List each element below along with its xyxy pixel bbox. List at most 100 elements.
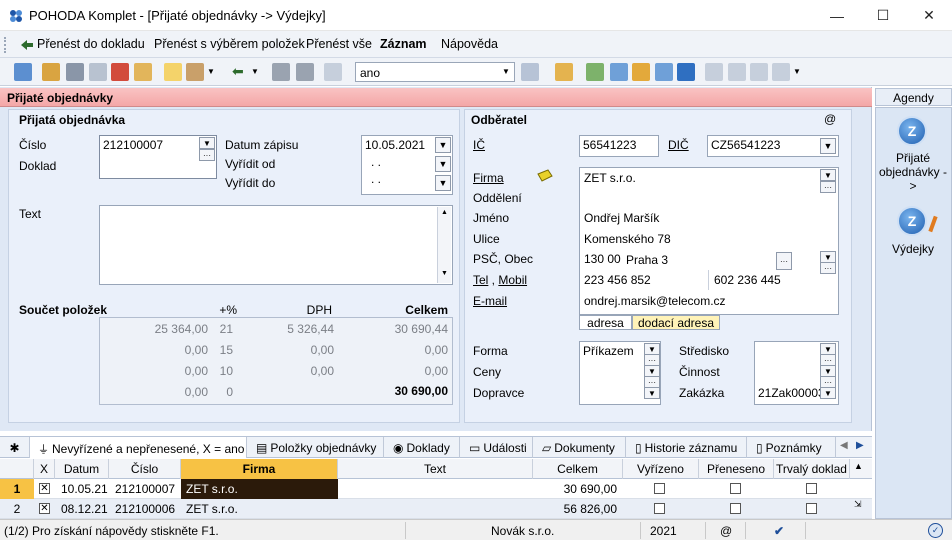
export-icon[interactable]: [134, 63, 152, 81]
text-area[interactable]: [99, 205, 453, 285]
filter-select[interactable]: ano ▼: [355, 62, 515, 82]
minimize-button[interactable]: —: [814, 0, 860, 31]
pdf-icon[interactable]: [111, 63, 129, 81]
list-icon[interactable]: [728, 63, 746, 81]
zakazka-spin-down[interactable]: ▼: [820, 387, 836, 399]
filter-icon[interactable]: [521, 63, 539, 81]
maximize-button[interactable]: ☐: [860, 0, 906, 31]
row-trvaly-checkbox[interactable]: [806, 503, 817, 514]
report-icon[interactable]: [632, 63, 650, 81]
tab-adresa[interactable]: adresa: [579, 315, 632, 330]
iban-icon[interactable]: [677, 63, 695, 81]
message-icon[interactable]: [705, 63, 723, 81]
row-preneseno-checkbox[interactable]: [730, 503, 741, 514]
address-book-icon[interactable]: [536, 168, 554, 184]
grid-header-cislo[interactable]: Číslo: [109, 459, 181, 479]
tabs-scroll-right-icon[interactable]: ▶: [856, 440, 864, 451]
text-scrollbar[interactable]: ▲ ▼: [437, 207, 451, 283]
grid-scroll-up-icon[interactable]: ▲: [854, 461, 863, 471]
tab-polozky[interactable]: ▤ Položky objednávky: [248, 437, 384, 458]
table-row[interactable]: 1 ✕ 10.05.21 212100007 ZET s.r.o. 30 690…: [0, 479, 872, 499]
grid-header-trvaly-doklad[interactable]: Trvalý doklad: [774, 459, 850, 479]
grid-header-preneseno[interactable]: Přeneseno: [699, 459, 774, 479]
chevron-down-icon[interactable]: ▼: [502, 67, 510, 76]
print-icon[interactable]: [66, 63, 84, 81]
tools-icon[interactable]: [772, 63, 790, 81]
obec-more-button[interactable]: ···: [776, 252, 792, 270]
firma-spin-down[interactable]: ▼: [820, 169, 836, 181]
table-row[interactable]: 2 ✕ 08.12.21 212100006 ZET s.r.o. 56 826…: [0, 499, 872, 519]
row-vyrizeno-checkbox[interactable]: [654, 483, 665, 494]
psc-more-button[interactable]: ···: [820, 262, 836, 274]
firma-more-button[interactable]: ···: [820, 181, 836, 193]
mobil-label[interactable]: Mobil: [498, 273, 527, 287]
vyridit-od-dropdown[interactable]: ▼: [435, 156, 451, 172]
dopravce-spin-down[interactable]: ▼: [644, 387, 660, 399]
tab-dodaci-adresa[interactable]: dodací adresa: [632, 315, 720, 330]
discard-icon[interactable]: [296, 63, 314, 81]
tab-poznamky[interactable]: ▯ Poznámky: [748, 437, 836, 458]
vydejky-agenda-icon[interactable]: Z: [897, 206, 927, 236]
back-record-icon[interactable]: [14, 63, 32, 81]
vyridit-do-dropdown[interactable]: ▼: [435, 175, 451, 191]
tabs-scroll-left-icon[interactable]: ◀: [840, 440, 848, 451]
grid-scroll-down-icon[interactable]: ⇲: [854, 499, 862, 510]
datum-zapisu-dropdown[interactable]: ▼: [435, 137, 451, 153]
cislo-more-button[interactable]: ···: [199, 149, 215, 161]
row-x-checkbox[interactable]: ✕: [39, 503, 50, 514]
menu-napoveda[interactable]: Nápověda: [441, 37, 498, 51]
grid-header-x[interactable]: X: [34, 459, 55, 479]
menu-prenest-s-vyberem[interactable]: Přenést s výběrem položek: [154, 37, 305, 51]
prijate-objednavky-agenda-icon[interactable]: Z: [897, 116, 927, 146]
cislo-spin-down[interactable]: ▼: [199, 137, 215, 149]
tab-dokumenty[interactable]: ▱ Dokumenty: [534, 437, 626, 458]
new-record-icon[interactable]: [164, 63, 182, 81]
tab-nevyrizene[interactable]: ⏚ Nevyřízené a nepřenesené, X = ano: [30, 437, 247, 458]
grid-header-firma[interactable]: Firma: [181, 459, 338, 479]
firma-label[interactable]: Firma: [473, 171, 504, 185]
menu-zaznam[interactable]: Záznam: [380, 37, 427, 51]
status-check-icon[interactable]: ✔: [774, 524, 784, 538]
agenda-item-vydejky[interactable]: Výdejky: [878, 242, 948, 256]
grid-header-celkem[interactable]: Celkem: [533, 459, 623, 479]
money-icon[interactable]: [586, 63, 604, 81]
at-icon[interactable]: @: [824, 112, 836, 126]
open-icon[interactable]: [42, 63, 60, 81]
ic-label[interactable]: IČ: [473, 138, 485, 152]
menu-prenest-vse[interactable]: Přenést vše: [306, 37, 372, 51]
agenda-item-prijate[interactable]: Přijaté objednávky ->: [878, 151, 948, 193]
tools-dropdown-icon[interactable]: ▼: [793, 67, 801, 76]
grid-header-text[interactable]: Text: [338, 459, 533, 479]
scroll-down-icon[interactable]: ▼: [438, 270, 451, 277]
edit-icon[interactable]: [186, 63, 204, 81]
row-vyrizeno-checkbox[interactable]: [654, 503, 665, 514]
row-preneseno-checkbox[interactable]: [730, 483, 741, 494]
row-x-checkbox[interactable]: ✕: [39, 483, 50, 494]
print-list-icon[interactable]: [750, 63, 768, 81]
close-button[interactable]: ✕: [906, 0, 952, 31]
status-ok-icon[interactable]: ✓: [928, 523, 943, 538]
tab-udalosti[interactable]: ▭ Události: [461, 437, 533, 458]
table-icon[interactable]: [655, 63, 673, 81]
menu-prenest-do-dokladu[interactable]: Přenést do dokladu: [37, 37, 145, 51]
tab-doklady[interactable]: ◉ Doklady: [385, 437, 460, 458]
tel-label[interactable]: Tel: [473, 273, 488, 287]
row-trvaly-checkbox[interactable]: [806, 483, 817, 494]
ic-field[interactable]: 56541223: [579, 135, 659, 157]
dic-label[interactable]: DIČ: [668, 138, 689, 152]
navigate-icon[interactable]: ⬅: [232, 63, 244, 80]
dic-dropdown[interactable]: ▼: [820, 138, 836, 154]
folder-icon[interactable]: [555, 63, 573, 81]
tab-asterisk[interactable]: ✱: [0, 437, 30, 458]
scroll-up-icon[interactable]: ▲: [438, 209, 451, 216]
email-label[interactable]: E-mail: [473, 294, 507, 308]
print-preview-icon[interactable]: [89, 63, 107, 81]
grid-header-vyrizeno[interactable]: Vyřízeno: [623, 459, 699, 479]
grid-header-datum[interactable]: Datum: [55, 459, 109, 479]
calculator-icon[interactable]: [610, 63, 628, 81]
save-icon[interactable]: [272, 63, 290, 81]
copy-icon[interactable]: [324, 63, 342, 81]
edit-dropdown-icon[interactable]: ▼: [207, 67, 215, 76]
status-at-icon[interactable]: @: [720, 524, 732, 538]
navigate-dropdown-icon[interactable]: ▼: [251, 67, 259, 76]
